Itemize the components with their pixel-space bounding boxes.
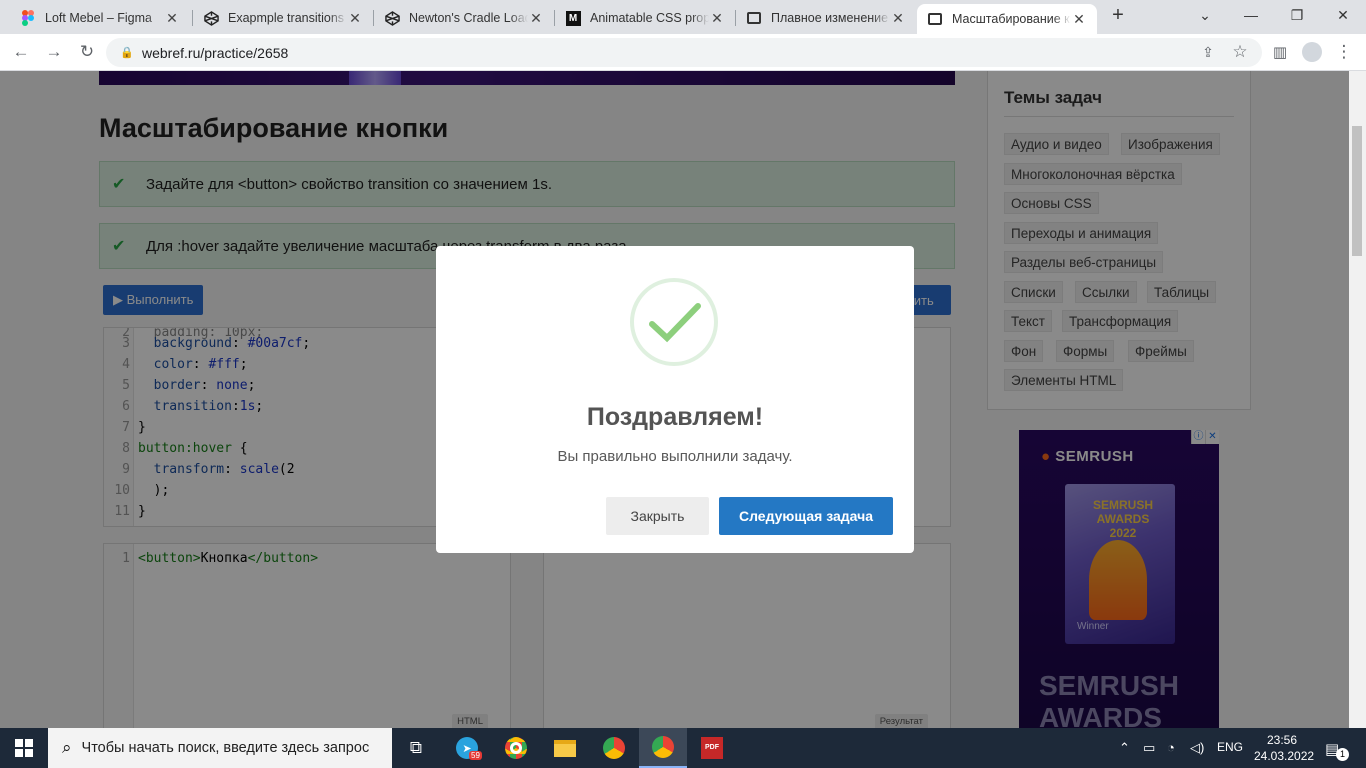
tab-title: Плавное изменение — [771, 11, 889, 25]
tab-title: Animatable CSS prope — [590, 11, 709, 25]
taskbar-clock[interactable]: 23:56 24.03.2022 — [1254, 732, 1315, 764]
dialog-message: Вы правильно выполнили задачу. — [557, 448, 793, 465]
windows-taskbar: ⌕ Чтобы начать поиск, введите здесь запр… — [0, 728, 1366, 768]
success-checkmark-icon — [630, 278, 718, 366]
address-bar[interactable]: 🔒 webref.ru/practice/2658 — [106, 38, 1262, 67]
tab-plavnoe-izmenenie[interactable]: Плавное изменение ✕ — [736, 4, 916, 32]
menu-kebab-icon[interactable]: ⋮ — [1332, 40, 1356, 64]
figma-icon — [20, 10, 36, 26]
tab-newtons-cradle[interactable]: Newton's Cradle Load ✕ — [374, 4, 554, 32]
new-tab-icon[interactable]: + — [1097, 0, 1139, 30]
tab-close-icon[interactable]: ✕ — [1071, 11, 1087, 28]
forward-arrow-icon[interactable]: → — [42, 40, 66, 64]
volume-icon[interactable]: ◁) — [1190, 740, 1204, 756]
tab-title: Loft Mebel – Figma — [45, 11, 152, 25]
minimize-icon[interactable]: — — [1228, 0, 1274, 30]
tab-title: Масштабирование кн — [952, 12, 1071, 26]
notification-count: 1 — [1336, 748, 1349, 761]
tab-close-icon[interactable]: ✕ — [347, 10, 363, 27]
tab-animatable-css[interactable]: M Animatable CSS prope ✕ — [555, 4, 735, 32]
codepen-icon — [384, 10, 400, 26]
tab-title: Newton's Cradle Load — [409, 11, 528, 25]
tab-close-icon[interactable]: ✕ — [528, 10, 544, 27]
battery-icon[interactable]: ▭ — [1143, 740, 1155, 756]
success-dialog: Поздравляем! Вы правильно выполнили зада… — [436, 246, 914, 553]
chrome-active-icon[interactable] — [639, 728, 687, 768]
taskbar-search-field[interactable]: ⌕ Чтобы начать поиск, введите здесь запр… — [48, 728, 392, 768]
codepen-icon — [203, 10, 219, 26]
next-task-button[interactable]: Следующая задача — [719, 497, 893, 535]
back-arrow-icon[interactable]: ← — [9, 40, 33, 64]
show-hidden-icons-icon[interactable]: ⌃ — [1119, 740, 1130, 756]
chrome-icon[interactable] — [492, 728, 540, 768]
pdf-reader-icon[interactable]: PDF — [688, 728, 736, 768]
telegram-icon[interactable]: ➤ 59 — [443, 728, 491, 768]
mdn-icon: M — [565, 10, 581, 26]
tab-close-icon[interactable]: ✕ — [164, 10, 180, 27]
tab-masshtabirovanie[interactable]: Масштабирование кн ✕ — [917, 4, 1097, 34]
bookmark-star-icon[interactable]: ☆ — [1228, 40, 1252, 64]
share-icon[interactable]: ⇪ — [1196, 40, 1220, 64]
profile-avatar-icon[interactable] — [1300, 40, 1324, 64]
telegram-badge: 59 — [469, 751, 482, 760]
search-placeholder: Чтобы начать поиск, введите здесь запрос — [81, 740, 370, 756]
language-indicator[interactable]: ENG — [1217, 740, 1243, 754]
tab-exapmple-transitions[interactable]: Exapmple transitions c ✕ — [193, 4, 373, 32]
task-view-icon[interactable]: ⧉ — [392, 728, 440, 768]
url-text: webref.ru/practice/2658 — [142, 44, 289, 61]
file-explorer-icon[interactable] — [541, 728, 589, 768]
browser-toolbar: ← → ↻ 🔒 webref.ru/practice/2658 ⇪ ☆ ▥ ⋮ — [0, 34, 1366, 71]
scrollbar-thumb[interactable] — [1352, 126, 1362, 256]
windows-start-icon[interactable] — [0, 728, 48, 768]
search-icon: ⌕ — [62, 738, 72, 757]
restore-icon[interactable]: ❐ — [1274, 0, 1320, 30]
wifi-icon[interactable]: ◔ — [1167, 740, 1175, 755]
tab-close-icon[interactable]: ✕ — [890, 10, 906, 27]
tab-title: Exapmple transitions c — [228, 11, 347, 25]
clock-time: 23:56 — [1266, 733, 1298, 747]
lock-icon: 🔒 — [120, 47, 134, 59]
tab-search-chevron-icon[interactable]: ⌄ — [1182, 0, 1228, 30]
page-scrollbar[interactable] — [1349, 71, 1366, 728]
browser-tab-bar: Loft Mebel – Figma ✕ Exapmple transition… — [0, 0, 1366, 34]
window-close-icon[interactable]: ✕ — [1320, 0, 1366, 30]
reload-icon[interactable]: ↻ — [75, 40, 99, 64]
close-button[interactable]: Закрыть — [606, 497, 709, 535]
page-content: Масштабирование кнопки ✔ Задайте для <bu… — [0, 71, 1366, 728]
chrome-icon[interactable] — [590, 728, 638, 768]
tab-loft-mebel[interactable]: Loft Mebel – Figma ✕ — [10, 4, 190, 32]
webref-icon — [746, 10, 762, 26]
dialog-title: Поздравляем! — [586, 403, 764, 431]
clock-date: 24.03.2022 — [1254, 749, 1315, 763]
side-panel-icon[interactable]: ▥ — [1268, 40, 1292, 64]
webref-icon — [927, 11, 943, 27]
tab-close-icon[interactable]: ✕ — [709, 10, 725, 27]
